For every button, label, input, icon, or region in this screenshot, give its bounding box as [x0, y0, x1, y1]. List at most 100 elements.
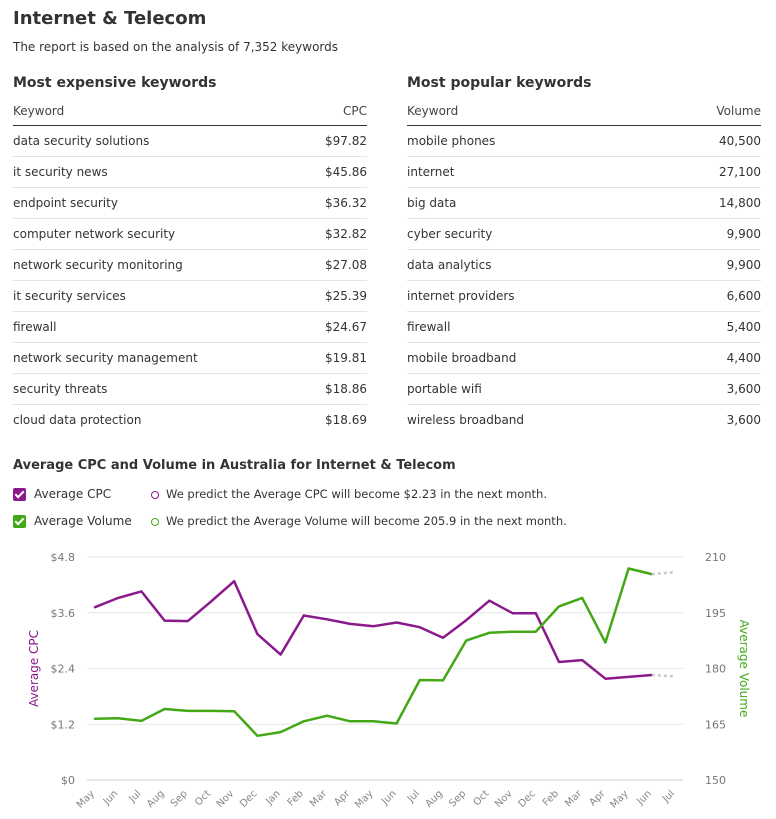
keyword-cell[interactable]: mobile broadband [407, 343, 516, 373]
popular-keywords-table: Most popular keywords Keyword Volume mob… [407, 74, 761, 436]
keyword-cell[interactable]: it security services [13, 281, 126, 311]
keyword-cell[interactable]: data security solutions [13, 126, 149, 156]
table-row: computer network security $32.82 [13, 219, 367, 250]
value-cell: 6,600 [726, 289, 761, 303]
keyword-cell[interactable]: endpoint security [13, 188, 118, 218]
x-tick-label: Nov [215, 788, 237, 810]
value-cell: 40,500 [719, 134, 761, 148]
x-tick-label: Jul [660, 788, 677, 805]
keyword-cell[interactable]: internet providers [407, 281, 515, 311]
value-cell: $18.69 [325, 413, 367, 427]
expensive-table-header: Keyword CPC [13, 100, 367, 126]
volume-column-header[interactable]: Volume [716, 100, 761, 125]
legend-cpc[interactable]: Average CPC We predict the Average CPC w… [13, 487, 547, 501]
legend-volume[interactable]: Average Volume We predict the Average Vo… [13, 514, 567, 528]
table-row: portable wifi 3,600 [407, 374, 761, 405]
value-cell: $27.08 [325, 258, 367, 272]
keyword-cell[interactable]: security threats [13, 374, 107, 404]
value-cell: $32.82 [325, 227, 367, 241]
chart-title: Average CPC and Volume in Australia for … [13, 458, 456, 473]
x-tick-label: Jul [126, 788, 143, 805]
value-cell: 5,400 [726, 320, 761, 334]
predict-cpc: We predict the Average CPC will become $… [151, 487, 547, 501]
value-cell: $25.39 [325, 289, 367, 303]
cpc-volume-line-chart[interactable]: $0 150$1.2 165$2.4 180$3.6 195$4.8 210May Jun J… [0, 540, 776, 819]
x-tick-label: Jul [405, 788, 422, 805]
circle-icon [151, 517, 159, 526]
x-tick-label: Oct [472, 788, 492, 808]
keyword-cell[interactable]: portable wifi [407, 374, 482, 404]
value-cell: $97.82 [325, 134, 367, 148]
table-row: internet providers 6,600 [407, 281, 761, 312]
x-tick-label: Apr [332, 788, 353, 809]
keyword-cell[interactable]: computer network security [13, 219, 175, 249]
y-left-tick-label: $0 [61, 774, 75, 787]
y-left-tick-label: $1.2 [51, 718, 76, 731]
table-row: it security news $45.86 [13, 157, 367, 188]
expensive-keywords-table: Most expensive keywords Keyword CPC data… [13, 74, 367, 436]
predict-cpc-text: We predict the Average CPC will become $… [166, 487, 547, 501]
table-row: mobile phones 40,500 [407, 126, 761, 157]
y-right-tick-label: 195 [705, 607, 726, 620]
y-right-tick-label: 210 [705, 551, 726, 564]
y-right-tick-label: 165 [705, 718, 726, 731]
x-tick-label: Aug [424, 788, 446, 810]
keyword-cell[interactable]: it security news [13, 157, 108, 187]
table-row: data security solutions $97.82 [13, 126, 367, 157]
x-tick-label: Jun [379, 788, 399, 808]
x-tick-label: Dec [516, 788, 537, 809]
x-tick-label: Sep [169, 788, 190, 809]
table-row: big data 14,800 [407, 188, 761, 219]
keyword-cell[interactable]: wireless broadband [407, 405, 524, 436]
x-tick-label: Sep [447, 788, 468, 809]
value-cell: 27,100 [719, 165, 761, 179]
x-tick-label: Feb [286, 788, 306, 808]
value-cell: 4,400 [726, 351, 761, 365]
value-cell: 3,600 [726, 413, 761, 427]
table-row: cyber security 9,900 [407, 219, 761, 250]
keyword-cell[interactable]: network security monitoring [13, 250, 183, 280]
volume-checkbox-icon[interactable] [13, 514, 26, 528]
value-cell: 9,900 [726, 227, 761, 241]
keyword-cell[interactable]: internet [407, 157, 454, 187]
table-row: data analytics 9,900 [407, 250, 761, 281]
page-subtitle: The report is based on the analysis of 7… [13, 40, 339, 54]
x-tick-label: Nov [493, 788, 515, 810]
keyword-cell[interactable]: network security management [13, 343, 198, 373]
legend-volume-label: Average Volume [34, 514, 132, 528]
x-tick-label: Oct [193, 788, 213, 808]
keyword-cell[interactable]: firewall [13, 312, 56, 342]
value-cell: 9,900 [726, 258, 761, 272]
keyword-column-header[interactable]: Keyword [407, 100, 458, 125]
keyword-cell[interactable]: mobile phones [407, 126, 495, 156]
page: Internet & Telecom The report is based o… [0, 0, 776, 819]
x-tick-label: Jun [101, 788, 121, 808]
table-row: firewall $24.67 [13, 312, 367, 343]
cpc-column-header[interactable]: CPC [343, 100, 367, 125]
table-row: mobile broadband 4,400 [407, 343, 761, 374]
table-row: internet 27,100 [407, 157, 761, 188]
cpc-checkbox-icon[interactable] [13, 487, 26, 501]
cpc-series-line [93, 579, 654, 680]
x-tick-label: Jun [634, 788, 654, 808]
x-tick-label: Apr [588, 788, 609, 809]
x-tick-label: Mar [308, 788, 330, 810]
keyword-cell[interactable]: big data [407, 188, 456, 218]
table-row: it security services $25.39 [13, 281, 367, 312]
predict-volume-text: We predict the Average Volume will becom… [166, 514, 567, 528]
table-row: network security management $19.81 [13, 343, 367, 374]
legend-cpc-label: Average CPC [34, 487, 112, 501]
table-row: firewall 5,400 [407, 312, 761, 343]
cpc-forecast-line [651, 673, 676, 678]
table-row: security threats $18.86 [13, 374, 367, 405]
y-right-axis-title: Average Volume [737, 620, 751, 718]
x-tick-label: Mar [563, 788, 585, 810]
y-left-tick-label: $4.8 [51, 551, 76, 564]
keyword-column-header[interactable]: Keyword [13, 100, 64, 125]
keyword-cell[interactable]: cyber security [407, 219, 492, 249]
keyword-cell[interactable]: firewall [407, 312, 450, 342]
y-right-tick-label: 180 [705, 663, 726, 676]
keyword-cell[interactable]: data analytics [407, 250, 491, 280]
x-tick-label: Jan [263, 788, 282, 807]
keyword-cell[interactable]: cloud data protection [13, 405, 141, 436]
